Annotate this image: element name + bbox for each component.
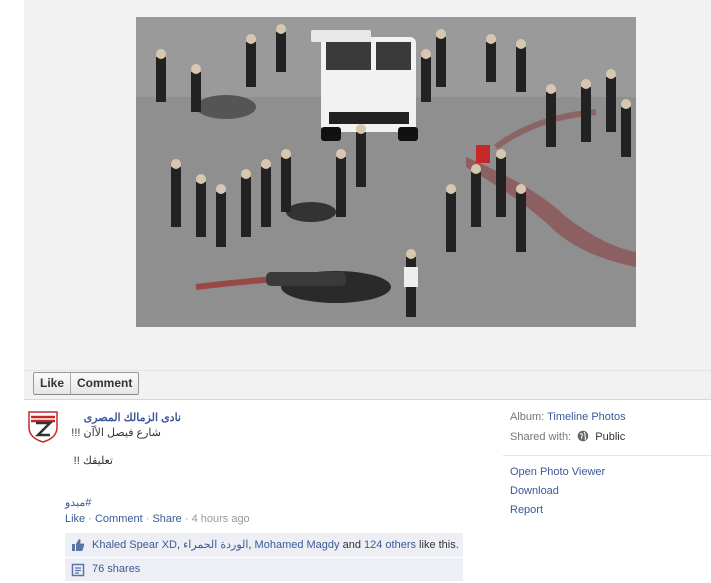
likes-and: and (339, 539, 365, 551)
page-avatar[interactable] (27, 409, 59, 443)
post-caption: شارع فيصل الأآن !!! (71, 427, 161, 439)
likes-suffix: like this. (416, 539, 459, 551)
shares-count-link[interactable]: 76 shares (92, 563, 140, 575)
meta-separator: · (181, 513, 192, 525)
liker-link[interactable]: Khaled Spear XD (92, 539, 177, 551)
open-photo-viewer-link[interactable]: Open Photo Viewer (510, 466, 605, 485)
shares-summary: 76 shares (65, 558, 463, 581)
shared-with-label: Shared with: (510, 431, 572, 443)
street-scene-photo (136, 17, 636, 327)
liker-link[interactable]: الوردة الحمراء (183, 539, 248, 551)
privacy-row: Shared with: Public (510, 430, 626, 449)
hashtag-link[interactable]: #مبدو (65, 496, 91, 509)
share-icon (71, 563, 85, 577)
album-link[interactable]: Timeline Photos (547, 411, 625, 423)
post-comment-note: تعليقك !! (73, 455, 113, 467)
photo-stage (24, 0, 711, 370)
meta-separator: · (142, 513, 153, 525)
photo-info-panel: Album: Timeline Photos Shared with: Publ… (510, 411, 626, 449)
liker-link[interactable]: Mohamed Magdy (255, 539, 340, 551)
meta-share-link[interactable]: Share (152, 513, 181, 525)
like-comment-buttons: Like Comment (33, 372, 140, 395)
white-van (311, 30, 418, 141)
album-label: Album: (510, 411, 545, 423)
panel-divider (503, 455, 711, 456)
download-link[interactable]: Download (510, 485, 605, 504)
photo-links: Open Photo Viewer Download Report (510, 466, 605, 523)
meta-comment-link[interactable]: Comment (95, 513, 143, 525)
post-timestamp[interactable]: 4 hours ago (192, 513, 250, 525)
globe-icon[interactable] (577, 430, 589, 445)
meta-like-link[interactable]: Like (65, 513, 85, 525)
post-meta-row: Like · Comment · Share · 4 hours ago (65, 513, 250, 525)
likes-summary: Khaled Spear XD, الوردة الحمراء, Mohamed… (65, 533, 463, 557)
like-button[interactable]: Like (34, 373, 70, 394)
photo-actions-bar: Like Comment (24, 370, 711, 400)
thumbs-up-icon (71, 538, 85, 552)
shares-count[interactable]: 76 shares (92, 563, 140, 575)
meta-separator: · (85, 513, 95, 525)
privacy-value[interactable]: Public (595, 431, 625, 443)
zamalek-logo-icon (28, 411, 58, 443)
likes-text: Khaled Spear XD, الوردة الحمراء, Mohamed… (92, 538, 459, 551)
likes-others-link[interactable]: 124 others (364, 539, 416, 551)
album-row: Album: Timeline Photos (510, 411, 626, 430)
report-link[interactable]: Report (510, 504, 605, 523)
comment-button[interactable]: Comment (70, 373, 138, 394)
post-photo[interactable] (136, 17, 636, 327)
page-name-link[interactable]: نادى الزمالك المصرى (65, 411, 181, 424)
